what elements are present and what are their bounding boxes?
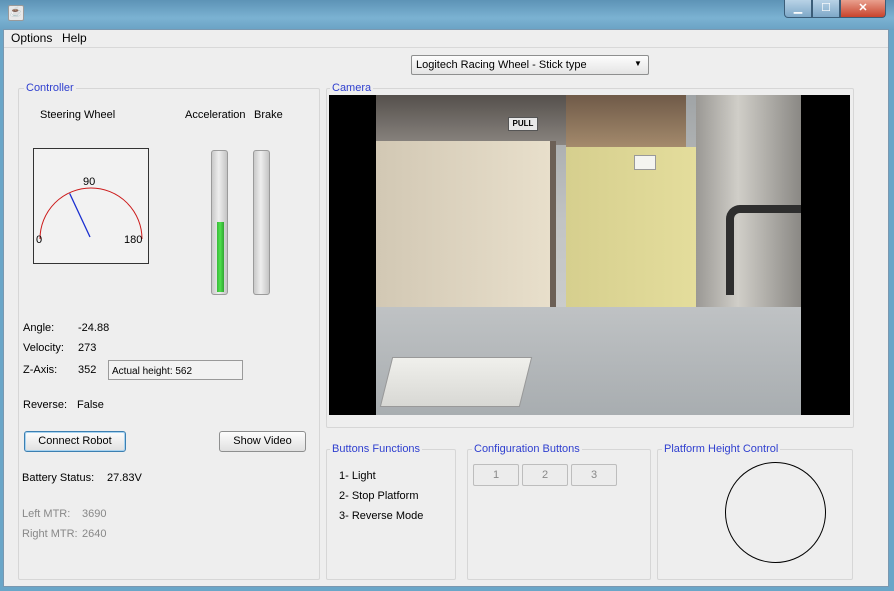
- close-icon: ✕: [858, 2, 868, 14]
- camera-scene-cabinet: [376, 141, 556, 307]
- steering-dial-arc: [39, 187, 143, 240]
- left-mtr-label: Left MTR:: [22, 508, 71, 520]
- maximize-button[interactable]: ☐: [812, 0, 840, 18]
- battery-value: 27.83V: [107, 472, 142, 484]
- dial-label-0: 0: [36, 234, 43, 246]
- acceleration-gauge-fill: [217, 222, 224, 292]
- left-mtr-value: 3690: [82, 508, 107, 520]
- acceleration-label: Acceleration: [185, 109, 246, 121]
- camera-scene-yellow-wall: [566, 147, 696, 307]
- steering-dial: 90 0 180: [33, 148, 149, 264]
- controller-title: Controller: [24, 82, 76, 94]
- buttons-functions-title: Buttons Functions: [330, 443, 423, 455]
- camera-scene-shelf: [566, 95, 686, 147]
- config-button-2[interactable]: 2: [522, 464, 568, 486]
- connect-robot-button[interactable]: Connect Robot: [24, 431, 126, 452]
- battery-label: Battery Status:: [22, 472, 95, 484]
- steering-wheel-label: Steering Wheel: [40, 109, 116, 121]
- device-select[interactable]: Logitech Racing Wheel - Stick type ▼: [411, 55, 649, 75]
- actual-height-field: Actual height: 562: [108, 360, 243, 380]
- dial-label-90: 90: [83, 176, 96, 188]
- camera-title: Camera: [330, 82, 374, 94]
- camera-feed: PULL: [329, 95, 850, 415]
- menu-bar: [4, 30, 888, 48]
- config-button-1[interactable]: 1: [473, 464, 519, 486]
- dial-label-180: 180: [124, 234, 143, 246]
- java-app-icon: ☕: [8, 5, 24, 21]
- camera-scene-plate: [379, 357, 533, 407]
- zaxis-value: 352: [78, 364, 97, 376]
- show-video-button[interactable]: Show Video: [219, 431, 306, 452]
- angle-label: Angle:: [23, 322, 55, 334]
- velocity-value: 273: [78, 342, 97, 354]
- function-item-reverse-mode: 3- Reverse Mode: [339, 510, 424, 522]
- right-mtr-label: Right MTR:: [22, 528, 78, 540]
- platform-height-joystick[interactable]: [725, 462, 826, 563]
- velocity-label: Velocity:: [23, 342, 64, 354]
- function-item-stop-platform: 2- Stop Platform: [339, 490, 419, 502]
- actual-height-text: Actual height: 562: [112, 366, 193, 377]
- device-select-value: Logitech Racing Wheel - Stick type: [416, 59, 587, 71]
- angle-value: -24.88: [78, 322, 110, 334]
- brake-label: Brake: [254, 109, 283, 121]
- menu-help[interactable]: Help: [59, 31, 90, 45]
- maximize-icon: ☐: [821, 2, 831, 14]
- camera-image: PULL: [376, 95, 801, 415]
- config-button-3[interactable]: 3: [571, 464, 617, 486]
- acceleration-gauge: [211, 150, 228, 295]
- steering-needle: [69, 193, 91, 238]
- configuration-title: Configuration Buttons: [472, 443, 582, 455]
- pull-sign: PULL: [508, 117, 538, 131]
- minimize-button[interactable]: ▁: [784, 0, 812, 18]
- chevron-down-icon: ▼: [634, 59, 642, 68]
- zaxis-label: Z-Axis:: [23, 364, 58, 376]
- camera-scene-socket: [634, 155, 656, 170]
- brake-gauge: [253, 150, 270, 295]
- function-item-light: 1- Light: [339, 470, 376, 482]
- menu-options[interactable]: Options: [8, 31, 55, 45]
- minimize-icon: ▁: [793, 2, 803, 14]
- reverse-label: Reverse:: [23, 399, 68, 411]
- platform-height-title: Platform Height Control: [662, 443, 781, 455]
- camera-scene-chair: [726, 205, 801, 295]
- reverse-value: False: [77, 399, 104, 411]
- right-mtr-value: 2640: [82, 528, 107, 540]
- close-button[interactable]: ✕: [840, 0, 886, 18]
- title-bar[interactable]: [0, 0, 894, 30]
